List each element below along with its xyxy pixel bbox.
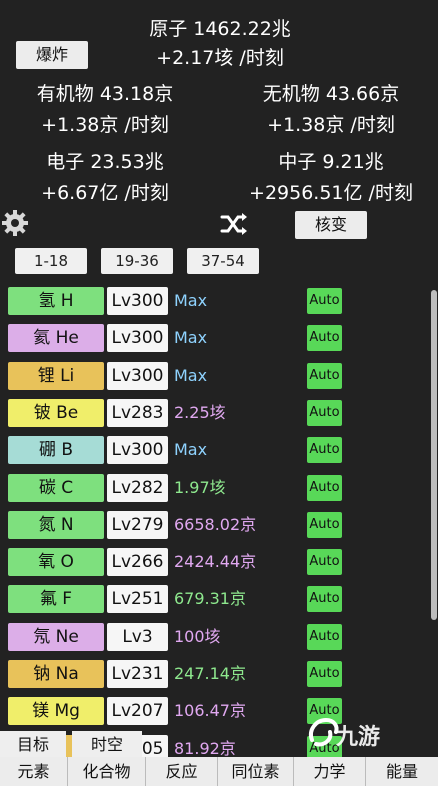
element-name-button[interactable]: 镁 Mg [8, 697, 104, 726]
element-value: Max [174, 328, 208, 348]
auto-toggle[interactable]: Auto [307, 549, 342, 576]
element-row[interactable]: 氦 He Lv300 Max Auto [0, 319, 430, 356]
nav-tab-mechanics[interactable]: 力学 [294, 757, 366, 786]
spacetime-button[interactable]: 时空 [72, 731, 142, 759]
element-value: 81.92京 [174, 738, 236, 757]
element-value: 100垓 [174, 626, 221, 646]
gear-icon[interactable] [0, 208, 30, 238]
element-row[interactable]: 锂 Li Lv300 Max Auto [0, 357, 430, 394]
element-level-button[interactable]: Lv279 [107, 510, 168, 539]
watermark-text: 九游 [336, 725, 381, 750]
element-value: 247.14京 [174, 664, 246, 683]
element-level-button[interactable]: Lv300 [107, 287, 168, 315]
scrollbar-thumb[interactable] [431, 290, 437, 620]
element-row[interactable]: 氮 N Lv279 6658.02京 Auto [0, 506, 430, 543]
element-name-button[interactable]: 氢 H [8, 287, 104, 315]
element-row[interactable]: 铍 Be Lv283 2.25垓 Auto [0, 394, 430, 431]
element-row[interactable]: 氖 Ne Lv3 100垓 Auto [0, 618, 430, 655]
element-name-button[interactable]: 硼 B [8, 436, 104, 465]
element-name-button[interactable]: 氟 F [8, 585, 104, 614]
tab-range-37-54[interactable]: 37-54 [187, 248, 259, 274]
element-list[interactable]: 氢 H Lv300 Max Auto 氦 He Lv300 Max Auto 锂 Li Lv300… [0, 282, 430, 757]
element-name-button[interactable]: 氖 Ne [8, 622, 104, 651]
electron-total: 电子 23.53兆 [46, 151, 164, 173]
element-value: 679.31京 [174, 589, 246, 609]
tab-range-19-36[interactable]: 19-36 [101, 248, 173, 274]
atom-total: 原子 1462.22兆 [149, 18, 291, 40]
inorganic-rate: +1.38京 /时刻 [267, 114, 395, 136]
element-value: 2424.44京 [174, 552, 257, 572]
element-level-button[interactable]: Lv266 [107, 548, 168, 577]
auto-toggle[interactable]: Auto [307, 586, 342, 613]
element-value: 1.97垓 [174, 477, 226, 497]
element-name-button[interactable]: 氮 N [8, 510, 104, 539]
auto-toggle[interactable]: Auto [307, 399, 342, 426]
element-value: 6658.02京 [174, 514, 257, 534]
auto-toggle[interactable]: Auto [307, 661, 342, 687]
element-level-button[interactable]: Lv207 [107, 697, 168, 726]
goal-button[interactable]: 目标 [0, 731, 66, 759]
element-name-button[interactable]: 氧 O [8, 548, 104, 577]
tab-range-1-18[interactable]: 1-18 [15, 248, 87, 274]
element-level-button[interactable]: Lv300 [107, 436, 168, 465]
element-level-button[interactable]: Lv300 [107, 361, 168, 390]
nav-tab-compounds[interactable]: 化合物 [68, 757, 146, 786]
auto-toggle[interactable]: Auto [307, 623, 342, 650]
element-value: Max [174, 440, 208, 460]
auto-toggle[interactable]: Auto [307, 325, 342, 352]
element-name-button[interactable]: 碳 C [8, 473, 104, 502]
nav-tab-isotopes[interactable]: 同位素 [218, 757, 294, 786]
element-level-button[interactable]: Lv282 [107, 473, 168, 502]
element-name-button[interactable]: 氦 He [8, 324, 104, 353]
element-row[interactable]: 氧 O Lv266 2424.44京 Auto [0, 543, 430, 580]
nav-tab-energy[interactable]: 能量 [366, 757, 438, 786]
element-value: Max [174, 291, 208, 310]
element-row[interactable]: 氢 H Lv300 Max Auto [0, 282, 430, 319]
organic-rate: +1.38京 /时刻 [41, 114, 169, 136]
element-name-button[interactable]: 铍 Be [8, 398, 104, 427]
auto-toggle[interactable]: Auto [307, 474, 342, 501]
element-level-button[interactable]: Lv251 [107, 585, 168, 614]
element-level-button[interactable]: Lv283 [107, 398, 168, 427]
atom-rate: +2.17垓 /时刻 [156, 47, 284, 69]
neutron-rate: +2956.51亿 /时刻 [249, 182, 413, 204]
auto-toggle[interactable]: Auto [307, 288, 342, 314]
element-row[interactable]: 氟 F Lv251 679.31京 Auto [0, 580, 430, 617]
inorganic-total: 无机物 43.66京 [262, 83, 400, 105]
element-row[interactable]: 碳 C Lv282 1.97垓 Auto [0, 469, 430, 506]
auto-toggle[interactable]: Auto [307, 511, 342, 538]
nav-tab-elements[interactable]: 元素 [0, 757, 68, 786]
element-level-button[interactable]: Lv3 [107, 622, 168, 651]
auto-toggle[interactable]: Auto [307, 362, 342, 389]
element-value: 2.25垓 [174, 402, 226, 422]
burst-button[interactable]: 爆炸 [16, 41, 88, 69]
electron-rate: +6.67亿 /时刻 [41, 182, 169, 204]
nav-tab-reactions[interactable]: 反应 [146, 757, 218, 786]
organic-total: 有机物 43.18京 [36, 83, 174, 105]
element-value: 106.47京 [174, 701, 246, 721]
element-name-button[interactable]: 锂 Li [8, 361, 104, 390]
auto-toggle[interactable]: Auto [307, 437, 342, 464]
fission-button[interactable]: 核变 [295, 211, 367, 239]
neutron-total: 中子 9.21兆 [278, 151, 384, 173]
element-row[interactable]: 钠 Na Lv231 247.14京 Auto [0, 655, 430, 692]
element-level-button[interactable]: Lv231 [107, 660, 168, 688]
element-row[interactable]: 硼 B Lv300 Max Auto [0, 431, 430, 468]
element-name-button[interactable]: 钠 Na [8, 660, 104, 688]
element-level-button[interactable]: Lv300 [107, 324, 168, 353]
shuffle-icon[interactable] [220, 212, 248, 236]
element-value: Max [174, 365, 208, 385]
